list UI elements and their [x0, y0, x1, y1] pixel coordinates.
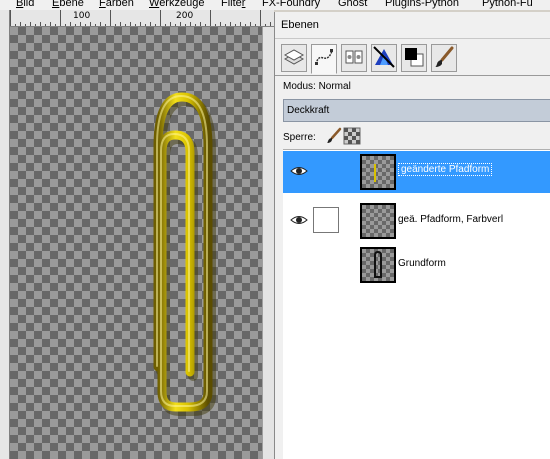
ruler-tick: [260, 10, 261, 26]
horizontal-ruler[interactable]: 100 200: [10, 10, 274, 27]
menu-fx-foundry[interactable]: FX-Foundry: [262, 0, 320, 10]
mode-label[interactable]: Modus: Normal: [283, 81, 351, 92]
color-swatch-icon: [405, 48, 424, 67]
layers-icon: [283, 49, 305, 65]
channels-icon: [345, 50, 363, 64]
ruler-label-200: 200: [176, 11, 194, 21]
eye-icon: [290, 216, 308, 224]
ruler-tick: [60, 10, 61, 26]
layer-row[interactable]: Grundform: [283, 244, 550, 286]
tab-colors[interactable]: [401, 44, 427, 72]
menu-ghost[interactable]: Ghost: [338, 0, 367, 10]
menubar: Bild Ebene Farben Werkzeuge Filter FX-Fo…: [0, 0, 550, 10]
layer-thumbnail: [360, 203, 396, 239]
tabs-divider: [275, 75, 550, 76]
checker-lock-icon: [343, 127, 361, 145]
menu-python-fu[interactable]: Python-Fu: [482, 0, 533, 10]
dock-tabs: [281, 44, 550, 74]
layer-thumbnail: [360, 247, 396, 283]
layer-name[interactable]: geänderte Pfadform: [398, 163, 493, 176]
paperclip-image: [153, 92, 216, 416]
tool-options-icon: [373, 46, 395, 68]
lock-label: Sperre:: [283, 132, 316, 143]
layer-name[interactable]: Grundform: [398, 258, 446, 269]
ruler-tick: [160, 10, 161, 26]
ruler-tick: [210, 10, 211, 26]
eye-icon: [290, 167, 308, 175]
dock-titlebar[interactable]: Ebenen: [275, 12, 550, 39]
ruler-tick: [10, 10, 11, 26]
paths-icon: [315, 49, 333, 65]
tab-paths[interactable]: [311, 44, 337, 74]
opacity-label: Deckkraft: [287, 105, 330, 116]
chain-toggle[interactable]: [313, 207, 339, 233]
menu-plugins-python[interactable]: Plugins-Python: [385, 0, 459, 10]
visibility-toggle[interactable]: [289, 211, 309, 229]
layer-row[interactable]: geä. Pfadform, Farbverl: [283, 200, 550, 242]
menu-werkzeuge[interactable]: Werkzeuge: [149, 0, 204, 10]
canvas-vertical-scrollbar[interactable]: [262, 27, 274, 459]
layers-dock: Ebenen Modus: Normal Deckkraft Sperre: g…: [274, 12, 550, 459]
layer-thumbnail: [360, 154, 396, 190]
layer-row[interactable]: geänderte Pfadform: [283, 151, 550, 193]
menu-filter[interactable]: Filter: [221, 0, 245, 10]
tab-brushes[interactable]: [431, 44, 457, 72]
lock-pixels-toggle[interactable]: [325, 127, 343, 145]
vertical-ruler[interactable]: [0, 10, 10, 459]
layer-name[interactable]: geä. Pfadform, Farbverl: [398, 214, 503, 225]
tab-layers[interactable]: [281, 44, 307, 72]
visibility-toggle[interactable]: [289, 162, 309, 180]
tab-tool-options[interactable]: [371, 44, 397, 72]
image-canvas[interactable]: [10, 27, 274, 459]
menu-bild[interactable]: Bild: [16, 0, 34, 10]
ruler-label-100: 100: [73, 11, 91, 21]
tab-channels[interactable]: [341, 44, 367, 72]
dock-title: Ebenen: [281, 19, 319, 31]
menu-ebene[interactable]: Ebene: [52, 0, 84, 10]
brush-icon: [435, 46, 454, 67]
layers-list: geänderte Pfadform geä. Pfadform, Farbve…: [283, 149, 550, 459]
ruler-tick: [110, 10, 111, 26]
paintbrush-lock-icon: [327, 127, 342, 143]
menu-farben[interactable]: Farben: [99, 0, 134, 10]
lock-alpha-toggle[interactable]: [343, 127, 361, 145]
opacity-slider[interactable]: Deckkraft: [283, 99, 550, 122]
